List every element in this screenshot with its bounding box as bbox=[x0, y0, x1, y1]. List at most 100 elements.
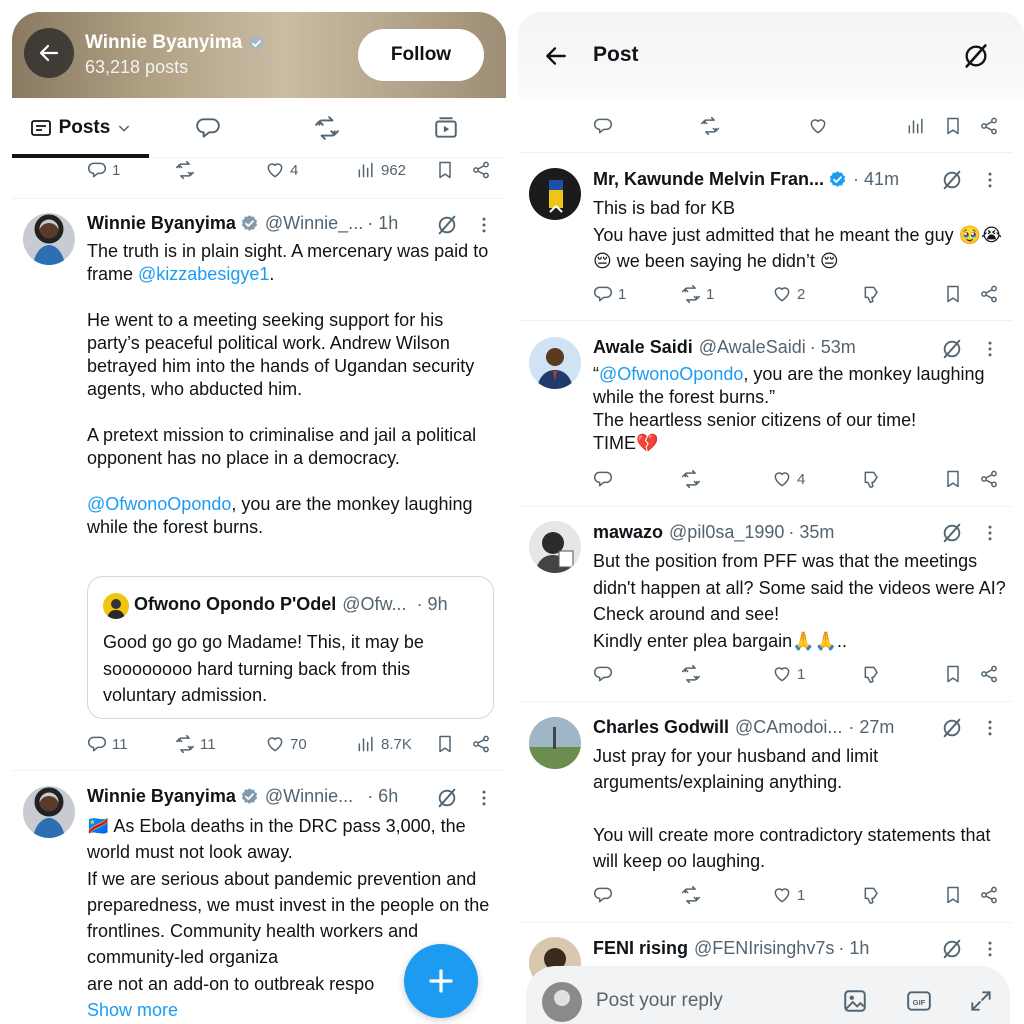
share-action[interactable] bbox=[979, 116, 999, 136]
grok-icon[interactable] bbox=[941, 338, 963, 360]
avatar[interactable] bbox=[529, 168, 581, 220]
dislike-action[interactable] bbox=[862, 664, 882, 684]
quoted-post[interactable]: Ofwono Opondo P'Odel @Ofw... · 9h Good g… bbox=[87, 576, 494, 719]
share-action[interactable] bbox=[471, 160, 491, 180]
more-icon[interactable] bbox=[474, 215, 494, 235]
like-action[interactable]: 1 bbox=[772, 885, 805, 905]
grok-icon[interactable] bbox=[941, 522, 963, 544]
mention-link[interactable]: @kizzabesigye1 bbox=[138, 264, 269, 284]
gif-icon[interactable]: GIF bbox=[906, 988, 932, 1014]
reply-action[interactable]: 11 bbox=[87, 734, 128, 754]
author-name[interactable]: Awale Saidi bbox=[593, 337, 693, 358]
grok-icon[interactable] bbox=[941, 717, 963, 739]
bookmark-action[interactable] bbox=[943, 284, 963, 304]
more-icon[interactable] bbox=[980, 339, 1000, 359]
author-handle[interactable]: @pil0sa_1990 bbox=[669, 522, 784, 543]
author-name[interactable]: FENI rising bbox=[593, 938, 688, 959]
share-action[interactable] bbox=[979, 885, 999, 905]
bookmark-action[interactable] bbox=[943, 885, 963, 905]
like-icon bbox=[772, 284, 792, 304]
divider bbox=[518, 701, 1012, 702]
grok-icon[interactable] bbox=[436, 787, 458, 809]
back-arrow-icon[interactable] bbox=[543, 43, 569, 69]
back-button[interactable] bbox=[24, 28, 74, 78]
repost-action[interactable] bbox=[681, 885, 701, 905]
bookmark-action[interactable] bbox=[435, 160, 455, 180]
bookmark-action[interactable] bbox=[943, 664, 963, 684]
more-icon[interactable] bbox=[980, 718, 1000, 738]
repost-action[interactable] bbox=[700, 116, 720, 136]
tab-media[interactable] bbox=[387, 98, 506, 157]
author-name[interactable]: Mr, Kawunde Melvin Fran... bbox=[593, 169, 824, 190]
author-name[interactable]: mawazo bbox=[593, 522, 663, 543]
repost-icon bbox=[314, 115, 340, 141]
views-action[interactable]: 962 bbox=[356, 160, 406, 180]
share-action[interactable] bbox=[979, 664, 999, 684]
views-action[interactable] bbox=[906, 116, 926, 136]
dislike-action[interactable] bbox=[862, 284, 882, 304]
author-handle[interactable]: @AwaleSaidi bbox=[699, 337, 806, 358]
repost-action[interactable]: 1 bbox=[681, 284, 714, 304]
more-icon[interactable] bbox=[474, 788, 494, 808]
share-action[interactable] bbox=[471, 734, 491, 754]
repost-action[interactable] bbox=[681, 469, 701, 489]
reply-action[interactable] bbox=[593, 664, 613, 684]
author-handle[interactable]: @FENIrisinghv7s bbox=[694, 938, 834, 959]
reply-action[interactable] bbox=[593, 469, 613, 489]
repost-action[interactable] bbox=[681, 664, 701, 684]
chevron-down-icon bbox=[119, 124, 130, 132]
dislike-action[interactable] bbox=[862, 885, 882, 905]
grok-icon[interactable] bbox=[436, 214, 458, 236]
reply-actions: 1 bbox=[518, 885, 1024, 909]
follow-button[interactable]: Follow bbox=[358, 29, 484, 81]
compose-button[interactable] bbox=[404, 944, 478, 1018]
views-action[interactable]: 8.7K bbox=[356, 734, 412, 754]
reply-action[interactable]: 1 bbox=[87, 160, 120, 180]
repost-action[interactable] bbox=[175, 160, 195, 180]
reply-icon bbox=[195, 115, 221, 141]
author-handle[interactable]: @Winnie_... bbox=[265, 213, 363, 234]
bookmark-action[interactable] bbox=[435, 734, 455, 754]
like-action[interactable]: 2 bbox=[772, 284, 805, 304]
author-name[interactable]: Winnie Byanyima bbox=[87, 213, 236, 234]
reply-action[interactable]: 1 bbox=[593, 284, 626, 304]
avatar[interactable] bbox=[529, 717, 581, 769]
like-count: 4 bbox=[290, 161, 299, 179]
more-icon[interactable] bbox=[980, 170, 1000, 190]
tab-posts[interactable]: Posts bbox=[12, 98, 149, 158]
post-time: · 6h bbox=[367, 786, 399, 806]
author-handle[interactable]: @CAmodoi... bbox=[735, 717, 842, 738]
avatar[interactable] bbox=[23, 786, 75, 838]
share-action[interactable] bbox=[979, 284, 999, 304]
repost-action[interactable]: 11 bbox=[175, 734, 216, 754]
grok-icon[interactable] bbox=[962, 42, 990, 70]
reply-action[interactable] bbox=[593, 116, 613, 136]
reply-input[interactable]: Post your reply bbox=[596, 990, 723, 1012]
share-action[interactable] bbox=[979, 469, 999, 489]
like-action[interactable]: 4 bbox=[265, 160, 298, 180]
author-handle[interactable]: @Winnie... bbox=[265, 786, 353, 807]
bookmark-action[interactable] bbox=[943, 116, 963, 136]
expand-icon[interactable] bbox=[968, 988, 994, 1014]
grok-icon[interactable] bbox=[941, 938, 963, 960]
more-icon[interactable] bbox=[980, 939, 1000, 959]
author-name[interactable]: Charles Godwill bbox=[593, 717, 729, 738]
bookmark-action[interactable] bbox=[943, 469, 963, 489]
image-icon[interactable] bbox=[842, 988, 868, 1014]
mention-link[interactable]: @OfwonoOpondo bbox=[599, 364, 743, 384]
avatar[interactable] bbox=[529, 521, 581, 573]
tab-replies[interactable] bbox=[149, 98, 268, 157]
author-name[interactable]: Winnie Byanyima bbox=[87, 786, 236, 807]
avatar[interactable] bbox=[23, 213, 75, 265]
grok-icon[interactable] bbox=[941, 169, 963, 191]
more-icon[interactable] bbox=[980, 523, 1000, 543]
avatar[interactable] bbox=[529, 337, 581, 389]
like-action[interactable]: 1 bbox=[772, 664, 805, 684]
reply-action[interactable] bbox=[593, 885, 613, 905]
dislike-action[interactable] bbox=[862, 469, 882, 489]
tab-reposts[interactable] bbox=[268, 98, 387, 157]
like-action[interactable]: 4 bbox=[772, 469, 805, 489]
like-action[interactable] bbox=[808, 116, 828, 136]
mention-link[interactable]: @OfwonoOpondo bbox=[87, 494, 231, 514]
like-action[interactable]: 70 bbox=[265, 734, 307, 754]
